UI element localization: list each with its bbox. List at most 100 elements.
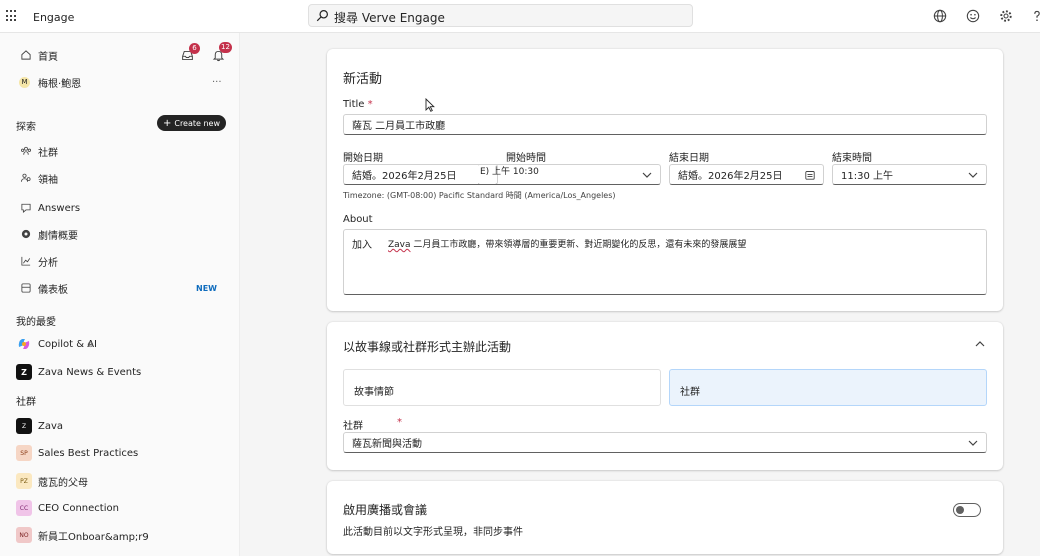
mouse-cursor-icon bbox=[425, 98, 435, 112]
end-time-dropdown[interactable]: 11:30 上午 bbox=[832, 164, 987, 185]
app-name[interactable]: Engage bbox=[33, 11, 74, 24]
about-prefix: 加入 bbox=[352, 240, 372, 251]
storyline-icon bbox=[21, 229, 31, 239]
new-tag: NEW bbox=[196, 283, 217, 293]
calendar-icon[interactable] bbox=[805, 170, 815, 180]
end-date-field[interactable]: 結婚。2026年2月25日 bbox=[669, 164, 824, 185]
verified-icon: ⊘ bbox=[87, 339, 94, 349]
community-value: 薩瓦新聞與活動 bbox=[352, 439, 422, 450]
explore-heading: 探索 bbox=[16, 122, 36, 133]
avatar: M bbox=[19, 76, 30, 88]
start-time-label: 開始時間 bbox=[506, 153, 546, 164]
sidebar-item-label: 劇情概要 bbox=[38, 230, 78, 242]
start-date-field[interactable]: 結婚。2026年2月25日 bbox=[343, 164, 498, 185]
smiley-icon[interactable] bbox=[966, 9, 980, 23]
community-item[interactable]: Z Zava bbox=[0, 414, 240, 438]
sidebar-item-label: 領袖 bbox=[38, 174, 58, 186]
sidebar-item-user[interactable]: M 梅根·鮑恩 ··· bbox=[0, 70, 240, 94]
sidebar: 首頁 6 12 M 梅根·鮑恩 ··· 探索 + Create new 社群 領… bbox=[0, 33, 240, 556]
more-options-icon[interactable]: ··· bbox=[212, 77, 222, 88]
title-field[interactable]: 薩瓦 二月員工市政廳 bbox=[343, 114, 987, 135]
title-label: Title * bbox=[343, 99, 373, 110]
page-title: 新活動 bbox=[343, 72, 383, 87]
community-item[interactable]: PZ 蔻瓦的父母 bbox=[0, 469, 240, 493]
gear-icon[interactable] bbox=[999, 9, 1013, 23]
broadcast-description: 此活動目前以文字形式呈現，非同步事件 bbox=[343, 527, 523, 538]
chevron-down-icon bbox=[968, 440, 978, 446]
required-mark: * bbox=[397, 417, 402, 428]
search-icon bbox=[316, 10, 328, 22]
create-new-label: Create new bbox=[174, 118, 221, 128]
sidebar-item-dashboard[interactable]: 儀表板 NEW bbox=[0, 276, 240, 300]
avatar: NO bbox=[16, 527, 32, 543]
community-dropdown[interactable]: 薩瓦新聞與活動 bbox=[343, 432, 987, 453]
end-date-label: 結束日期 bbox=[669, 153, 709, 164]
end-time-label: 結束時間 bbox=[832, 153, 872, 164]
community-label: Sales Best Practices bbox=[38, 447, 139, 459]
favorite-item[interactable]: Z Zava News & Events bbox=[0, 360, 240, 384]
chevron-down-icon bbox=[968, 172, 978, 178]
community-item[interactable]: NO 新員工Onboar&amp;r9 bbox=[0, 523, 240, 547]
community-item[interactable]: CC CEO Connection bbox=[0, 496, 240, 520]
favorite-item[interactable]: Copilot & AI ⊘ bbox=[0, 332, 240, 356]
dashboard-icon bbox=[21, 283, 31, 293]
sidebar-item-storyline[interactable]: 劇情概要 bbox=[0, 222, 240, 246]
sidebar-item-answers[interactable]: Answers bbox=[0, 196, 240, 220]
sidebar-item-leaders[interactable]: 領袖 bbox=[0, 166, 240, 190]
create-new-button[interactable]: + Create new bbox=[157, 115, 226, 131]
help-icon[interactable] bbox=[1030, 9, 1040, 23]
community-label: 社群 bbox=[343, 421, 363, 432]
avatar: SP bbox=[16, 445, 32, 461]
community-label: CEO Connection bbox=[38, 502, 119, 514]
community-option-label: 社群 bbox=[680, 387, 700, 398]
about-label: About bbox=[343, 214, 373, 225]
home-label: 首頁 bbox=[38, 51, 58, 63]
search-placeholder: 搜尋 Verve Engage bbox=[334, 11, 445, 25]
avatar: PZ bbox=[16, 473, 32, 489]
favorite-label: Zava News & Events bbox=[38, 366, 142, 378]
end-date-value: 結婚。2026年2月25日 bbox=[678, 171, 783, 182]
start-time-dropdown[interactable]: E) 上午 10:30 bbox=[477, 164, 661, 185]
search-box[interactable]: 搜尋 Verve Engage bbox=[308, 4, 693, 27]
inbox-count-badge: 6 bbox=[189, 43, 200, 54]
zava-logo-icon: Z bbox=[16, 364, 32, 380]
storyline-option[interactable]: 故事情節 bbox=[343, 369, 661, 406]
answers-icon bbox=[21, 203, 31, 214]
analytics-icon bbox=[21, 256, 31, 266]
storyline-option-label: 故事情節 bbox=[354, 387, 394, 398]
host-section-heading: 以故事線或社群形式主辦此活動 bbox=[343, 340, 512, 354]
community-item[interactable]: SP Sales Best Practices bbox=[0, 441, 240, 465]
community-label: Zava bbox=[38, 420, 64, 432]
start-date-label: 開始日期 bbox=[343, 153, 383, 164]
chevron-up-icon[interactable] bbox=[974, 339, 986, 349]
about-text: Zava 二月員工市政廳，帶來領導層的重要更新、對近期變化的反思，還有未來的發展… bbox=[388, 240, 747, 250]
top-bar: Engage 搜尋 Verve Engage bbox=[0, 0, 1040, 33]
globe-icon[interactable] bbox=[933, 9, 947, 23]
sidebar-item-label: 社群 bbox=[38, 147, 58, 159]
start-date-value: 結婚。2026年2月25日 bbox=[352, 171, 457, 182]
notification-count-badge: 12 bbox=[219, 42, 232, 53]
app-launcher-icon[interactable] bbox=[6, 10, 18, 22]
end-time-value: 11:30 上午 bbox=[841, 171, 893, 182]
chevron-down-icon bbox=[642, 172, 652, 178]
about-textarea[interactable]: 加入 Zava 二月員工市政廳，帶來領導層的重要更新、對近期變化的反思，還有未來… bbox=[343, 229, 987, 295]
sidebar-item-communities[interactable]: 社群 bbox=[0, 139, 240, 163]
sidebar-item-analytics[interactable]: 分析 bbox=[0, 249, 240, 273]
community-label: 新員工Onboar&amp;r9 bbox=[38, 531, 149, 543]
sidebar-item-label: 儀表板 bbox=[38, 284, 68, 296]
home-icon bbox=[21, 50, 31, 60]
communities-heading: 社群 bbox=[16, 397, 36, 408]
avatar: CC bbox=[16, 500, 32, 516]
favorites-heading: 我的最愛 bbox=[16, 317, 56, 328]
timezone-note: Timezone: (GMT-08:00) Pacific Standard 時… bbox=[343, 191, 616, 200]
sidebar-item-home[interactable]: 首頁 6 12 bbox=[0, 42, 240, 67]
plus-icon: + bbox=[162, 117, 172, 129]
sidebar-item-label: Answers bbox=[38, 202, 81, 214]
sidebar-item-label: 分析 bbox=[38, 257, 58, 269]
community-option[interactable]: 社群 bbox=[669, 369, 987, 406]
broadcast-heading: 啟用廣播或會議 bbox=[343, 503, 428, 517]
broadcast-section-card: 啟用廣播或會議 此活動目前以文字形式呈現，非同步事件 bbox=[327, 481, 1003, 554]
new-event-card: 新活動 Title * 薩瓦 二月員工市政廳 開始日期 結婚。2026年2月25… bbox=[327, 49, 1003, 311]
broadcast-toggle[interactable] bbox=[953, 503, 981, 517]
user-name: 梅根·鮑恩 bbox=[38, 78, 82, 90]
